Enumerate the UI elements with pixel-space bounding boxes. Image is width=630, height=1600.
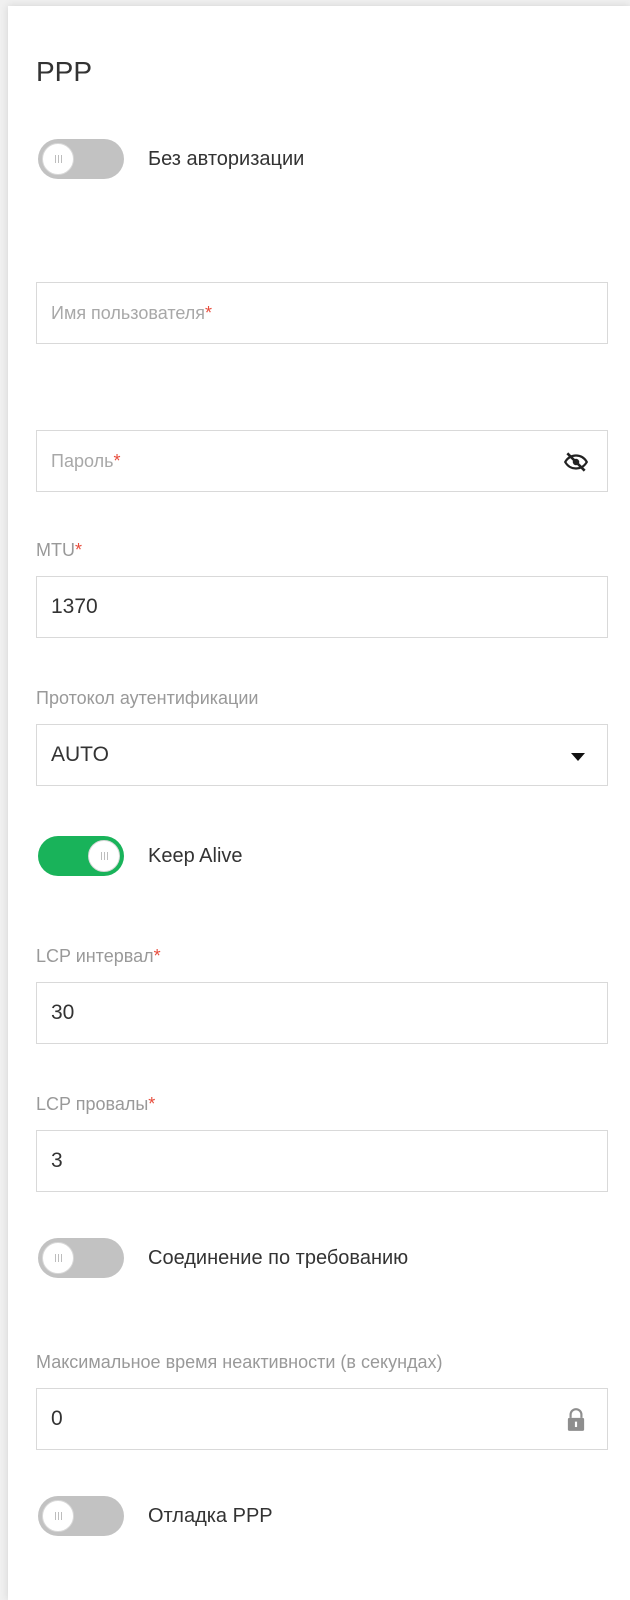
no-auth-label: Без авторизации [148,148,305,170]
mtu-label: MTU* [36,540,83,560]
username-field[interactable]: Имя пользователя* [36,282,608,344]
on-demand-label: Соединение по требованию [148,1247,409,1269]
lcp-failures-field[interactable]: 3 [36,1130,608,1192]
auth-protocol-value: AUTO [51,743,109,766]
keep-alive-label: Keep Alive [148,845,243,867]
debug-ppp-toggle[interactable] [38,1496,124,1536]
mtu-value: 1370 [51,595,98,618]
toggle-knob [42,1242,74,1274]
lcp-failures-label: LCP провалы* [36,1094,156,1114]
debug-ppp-label: Отладка PPP [148,1505,273,1527]
lcp-failures-value: 3 [51,1149,63,1172]
toggle-knob [42,1500,74,1532]
mtu-field[interactable]: 1370 [36,576,608,638]
idle-timeout-label: Максимальное время неактивности (в секун… [36,1352,443,1372]
auth-protocol-label: Протокол аутентификации [36,688,259,708]
caret-down-icon [571,753,585,761]
on-demand-toggle[interactable] [38,1238,124,1278]
idle-timeout-field[interactable]: 0 [36,1388,608,1450]
password-placeholder: Пароль* [51,451,121,471]
lock-icon [567,1408,585,1431]
toggle-knob [42,143,74,175]
lcp-interval-label: LCP интервал* [36,946,161,966]
no-auth-toggle[interactable] [38,139,124,179]
ppp-settings-card: PPP Без авторизации Имя пользователя* Па… [8,6,630,1600]
section-title: PPP [36,56,93,87]
password-field[interactable]: Пароль* [36,430,608,492]
auth-protocol-select[interactable]: AUTO [36,724,608,786]
keep-alive-toggle[interactable] [38,836,124,876]
username-placeholder: Имя пользователя* [51,303,213,323]
eye-off-icon[interactable] [563,449,589,475]
lcp-interval-field[interactable]: 30 [36,982,608,1044]
lcp-interval-value: 30 [51,1001,75,1024]
idle-timeout-value: 0 [51,1407,63,1430]
toggle-knob [88,840,120,872]
